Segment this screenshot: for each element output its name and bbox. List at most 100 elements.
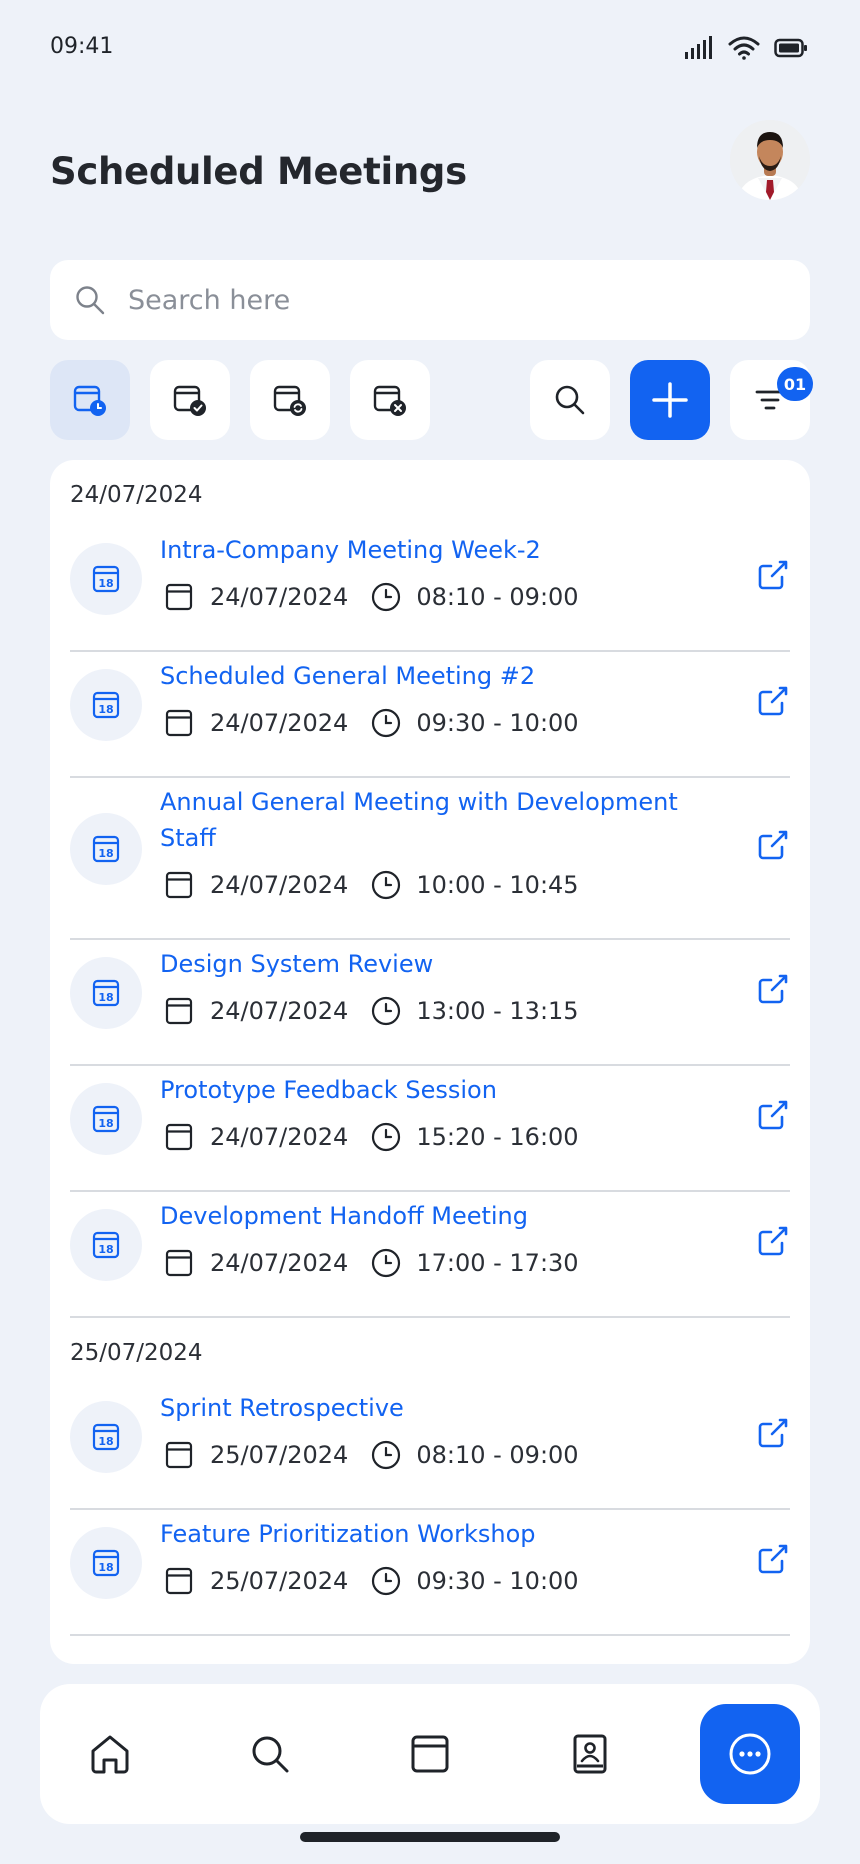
meeting-row[interactable]: 18 Development Handoff Meeting 24/07/202… <box>70 1192 790 1318</box>
meeting-meta: 24/07/2024 08:10 - 09:00 <box>164 580 579 614</box>
calendar-day-label: 18 <box>98 847 113 860</box>
clock-icon <box>372 582 401 612</box>
nav-search[interactable] <box>246 1730 294 1778</box>
meeting-date: 24/07/2024 <box>210 709 349 737</box>
external-link-icon[interactable] <box>756 684 790 718</box>
external-link-icon[interactable] <box>756 828 790 862</box>
contact-book-icon <box>573 1734 607 1774</box>
calendar-icon: 18 <box>92 691 120 719</box>
meeting-row[interactable]: 18 Scheduled General Meeting #2 24/07/20… <box>70 652 790 778</box>
battery-icon <box>774 38 807 58</box>
meeting-time: 09:30 - 10:00 <box>416 709 579 737</box>
meeting-date: 24/07/2024 <box>210 583 349 611</box>
calendar-small-icon <box>165 1567 193 1595</box>
calendar-icon: 18 <box>92 1231 120 1259</box>
calendar-day-label: 18 <box>98 1435 113 1448</box>
search-button[interactable] <box>530 360 610 440</box>
meeting-list: 24/07/2024 18 Intra-Company Meeting Week… <box>50 460 810 1664</box>
chat-button[interactable] <box>700 1704 800 1804</box>
meeting-meta: 24/07/2024 13:00 - 13:15 <box>164 994 579 1028</box>
avatar[interactable] <box>730 120 810 200</box>
search-icon <box>252 1736 289 1773</box>
clock-icon <box>372 1440 401 1470</box>
filter-scheduled-button[interactable] <box>50 360 130 440</box>
meeting-row[interactable]: 18 Annual General Meeting with Developme… <box>70 778 790 940</box>
calendar-icon: 18 <box>92 565 120 593</box>
meeting-date: 24/07/2024 <box>210 871 349 899</box>
meeting-meta: 24/07/2024 17:00 - 17:30 <box>164 1246 579 1280</box>
meeting-title[interactable]: Intra-Company Meeting Week-2 <box>160 532 700 568</box>
filter-count-badge: 01 <box>777 367 813 401</box>
meeting-time: 08:10 - 09:00 <box>416 583 579 611</box>
calendar-icon: 18 <box>92 979 120 1007</box>
meeting-row[interactable]: 18 Prototype Feedback Session 24/07/2024… <box>70 1066 790 1192</box>
meeting-row[interactable]: 18 Sprint Retrospective 25/07/2024 08:10… <box>70 1384 790 1510</box>
calendar-small-icon <box>165 871 193 899</box>
calendar-small-icon <box>165 709 193 737</box>
filter-rescheduled-button[interactable] <box>250 360 330 440</box>
avatar-image <box>730 120 810 200</box>
calendar-small-icon <box>165 583 193 611</box>
meeting-time: 10:00 - 10:45 <box>416 871 579 899</box>
status-bar: 09:41 <box>0 0 860 100</box>
calendar-day-label: 18 <box>98 1561 113 1574</box>
page-title: Scheduled Meetings <box>50 150 467 193</box>
calendar-small-icon <box>165 1249 193 1277</box>
meeting-date: 25/07/2024 <box>210 1441 349 1469</box>
calendar-icon: 18 <box>92 835 120 863</box>
meeting-time: 17:00 - 17:30 <box>416 1249 579 1277</box>
filter-cancelled-button[interactable] <box>350 360 430 440</box>
meeting-icon: 18 <box>70 1401 142 1473</box>
calendar-icon: 18 <box>92 1423 120 1451</box>
plus-icon <box>652 382 688 418</box>
meeting-title[interactable]: Scheduled General Meeting #2 <box>160 658 700 694</box>
meeting-time: 15:20 - 16:00 <box>416 1123 579 1151</box>
meeting-row[interactable]: 18 Design System Review 24/07/2024 13:00… <box>70 940 790 1066</box>
search-icon <box>555 385 585 415</box>
clock-icon <box>372 1566 401 1596</box>
calendar-check-icon <box>173 385 206 416</box>
meeting-date: 25/07/2024 <box>210 1567 349 1595</box>
filter-button[interactable]: 01 <box>730 360 813 440</box>
meeting-time: 09:30 - 10:00 <box>416 1567 579 1595</box>
clock-icon <box>372 870 401 900</box>
chat-more-icon <box>729 1733 771 1775</box>
clock-icon <box>372 1248 401 1278</box>
filter-completed-button[interactable] <box>150 360 230 440</box>
add-meeting-button[interactable] <box>630 360 710 440</box>
calendar-day-label: 18 <box>98 1243 113 1256</box>
meeting-title[interactable]: Design System Review <box>160 946 700 982</box>
external-link-icon[interactable] <box>756 1098 790 1132</box>
external-link-icon[interactable] <box>756 1542 790 1576</box>
nav-calendar[interactable] <box>406 1730 454 1778</box>
search-input[interactable] <box>128 284 748 316</box>
meeting-title[interactable]: Prototype Feedback Session <box>160 1072 700 1108</box>
meeting-row[interactable]: 18 Feature Prioritization Workshop 25/07… <box>70 1510 790 1636</box>
calendar-icon: 18 <box>92 1549 120 1577</box>
meeting-title[interactable]: Sprint Retrospective <box>160 1390 700 1426</box>
external-link-icon[interactable] <box>756 972 790 1006</box>
calendar-small-icon <box>165 1123 193 1151</box>
meeting-title[interactable]: Development Handoff Meeting <box>160 1198 700 1234</box>
nav-home[interactable] <box>86 1730 134 1778</box>
meeting-icon: 18 <box>70 957 142 1029</box>
date-header: 25/07/2024 <box>70 1340 203 1366</box>
bottom-nav <box>40 1684 820 1824</box>
meeting-row[interactable]: 18 Intra-Company Meeting Week-2 24/07/20… <box>70 526 790 652</box>
meeting-date: 24/07/2024 <box>210 997 349 1025</box>
external-link-icon[interactable] <box>756 1416 790 1450</box>
clock-icon <box>372 708 401 738</box>
meeting-date: 24/07/2024 <box>210 1123 349 1151</box>
meeting-title[interactable]: Annual General Meeting with Development … <box>160 784 700 856</box>
wifi-icon <box>728 36 760 60</box>
signal-icon <box>685 36 712 59</box>
external-link-icon[interactable] <box>756 558 790 592</box>
calendar-cancel-icon <box>373 385 406 416</box>
calendar-day-label: 18 <box>98 1117 113 1130</box>
meeting-time: 13:00 - 13:15 <box>416 997 579 1025</box>
nav-contacts[interactable] <box>566 1730 614 1778</box>
external-link-icon[interactable] <box>756 1224 790 1258</box>
meeting-title[interactable]: Feature Prioritization Workshop <box>160 1516 700 1552</box>
calendar-day-label: 18 <box>98 991 113 1004</box>
meeting-meta: 25/07/2024 09:30 - 10:00 <box>164 1564 579 1598</box>
